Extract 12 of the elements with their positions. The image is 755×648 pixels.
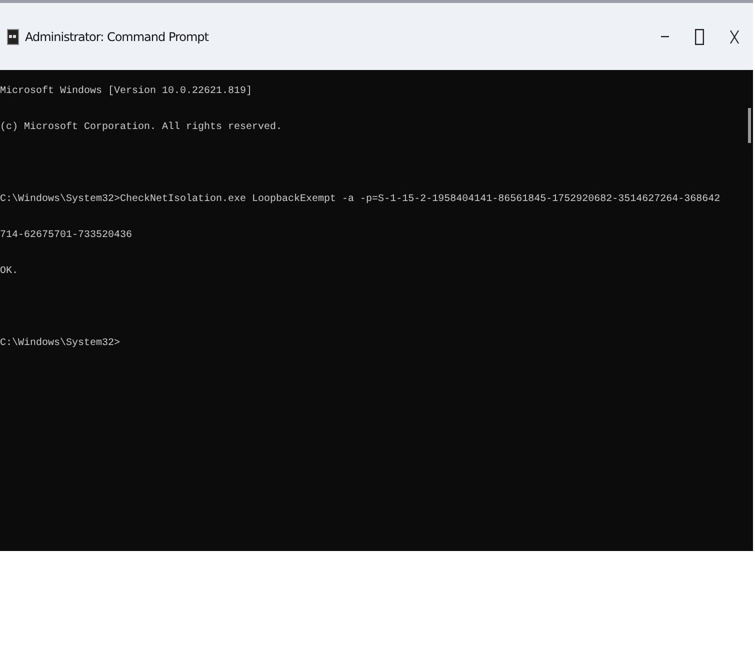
- maximize-icon[interactable]: [695, 28, 704, 44]
- console-line: C:\Windows\System32>: [0, 338, 120, 349]
- console-line: C:\Windows\System32>CheckNetIsolation.exe LoopbackExempt -a -p=S-1-15-2-1958404141-86561845-1752920682-3514627264-368642: [0, 194, 720, 205]
- minimize-icon[interactable]: [661, 36, 669, 38]
- close-icon[interactable]: [730, 30, 739, 44]
- console-line: (c) Microsoft Corporation. All rights reserved.: [0, 122, 282, 133]
- scrollbar-thumb[interactable]: [748, 108, 751, 143]
- window-title: Administrator: Command Prompt: [25, 30, 208, 44]
- console-line: OK.: [0, 266, 18, 277]
- terminal-icon: [7, 28, 19, 44]
- console-line: Microsoft Windows [Version 10.0.22621.819]: [0, 86, 252, 97]
- console-line: 714-62675701-733520436: [0, 230, 132, 241]
